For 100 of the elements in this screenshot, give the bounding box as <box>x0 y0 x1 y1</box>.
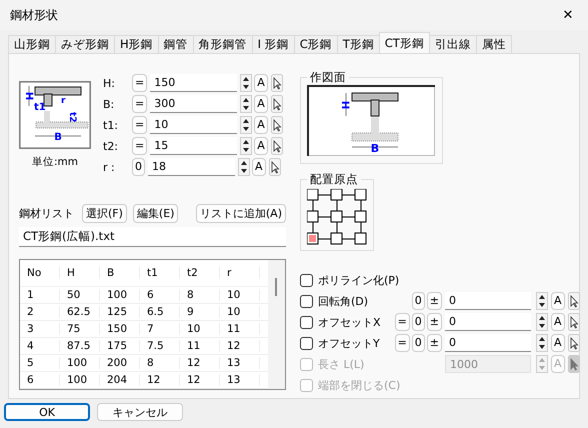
value-field[interactable]: 150 <box>150 74 238 92</box>
tab[interactable]: 角形鋼管 <box>192 35 253 53</box>
scrollbar-thumb[interactable] <box>275 278 277 296</box>
value-field[interactable]: 0 <box>445 313 531 331</box>
table-cell: 200 <box>100 357 140 369</box>
table-row[interactable]: 5 100 200 8 12 13 <box>20 355 268 372</box>
auto-button[interactable]: A <box>252 158 266 176</box>
dialog-button[interactable]: キャンセル <box>97 403 183 421</box>
origin-point[interactable] <box>354 232 366 244</box>
column-header[interactable]: B <box>100 267 140 279</box>
mode-button[interactable]: 0 <box>412 334 425 352</box>
mode-button[interactable]: 0 <box>412 313 425 331</box>
mode-button[interactable]: = <box>394 334 410 352</box>
column-header[interactable]: t1 <box>140 267 180 279</box>
value-field[interactable]: 0 <box>445 334 531 352</box>
mode-button[interactable]: ± <box>426 292 442 310</box>
checkbox[interactable] <box>300 274 313 286</box>
table-cell: 87.5 <box>60 340 100 352</box>
checkbox[interactable] <box>300 336 313 350</box>
tab[interactable]: 属性 <box>476 35 512 53</box>
group-title: 配置原点 <box>309 172 359 187</box>
mode-button[interactable]: = <box>132 116 148 134</box>
file-field[interactable]: CT形鋼(広幅).txt <box>19 227 286 247</box>
table-row[interactable]: 1 50 100 6 8 10 <box>20 287 268 304</box>
auto-button[interactable]: A <box>254 137 268 155</box>
pick-icon[interactable] <box>268 158 281 176</box>
pick-icon[interactable] <box>270 137 283 155</box>
pick-icon[interactable] <box>270 95 283 113</box>
table-cell: 75 <box>60 323 100 335</box>
checkbox[interactable] <box>300 316 313 328</box>
spin-button[interactable] <box>240 137 252 155</box>
table-row[interactable]: 3 75 150 7 10 11 <box>20 321 268 338</box>
column-header[interactable]: No <box>20 267 60 279</box>
auto-button[interactable]: A <box>254 74 268 92</box>
option-label: オフセットY <box>318 336 381 350</box>
pick-icon[interactable] <box>270 74 283 92</box>
mode-button[interactable]: 0 <box>412 292 425 310</box>
column-header[interactable]: r <box>220 267 260 279</box>
tab[interactable]: I 形鋼 <box>252 35 295 53</box>
table-row[interactable]: 4 87.5 175 7.5 11 12 <box>20 338 268 355</box>
unit-label: 単位:mm <box>32 155 78 169</box>
list-button[interactable]: 編集(E) <box>132 204 178 223</box>
table-cell: 100 <box>60 374 100 386</box>
auto-button[interactable]: A <box>254 95 268 113</box>
tab[interactable]: H形鋼 <box>114 35 159 53</box>
tab[interactable]: T形鋼 <box>336 35 380 53</box>
origin-point[interactable] <box>307 189 318 200</box>
tab[interactable]: CT形鋼 <box>378 32 430 53</box>
tab[interactable]: 山形鋼 <box>8 35 56 53</box>
dialog-button[interactable]: OK <box>4 403 90 421</box>
spin-button[interactable] <box>240 95 252 113</box>
table-row[interactable]: 2 62.5 125 6.5 9 10 <box>20 304 268 321</box>
spin-button[interactable] <box>238 158 250 176</box>
column-header[interactable]: H <box>60 267 100 279</box>
spin-button[interactable] <box>536 313 548 331</box>
pick-icon[interactable] <box>270 116 283 134</box>
auto-button[interactable]: A <box>551 313 565 331</box>
origin-point[interactable] <box>354 210 366 222</box>
checkbox[interactable] <box>300 294 313 308</box>
option-label: オフセットX <box>318 314 382 330</box>
mode-button[interactable]: = <box>132 95 148 113</box>
spin-button[interactable] <box>240 74 252 92</box>
scrollbar[interactable] <box>268 260 285 389</box>
table-cell: 10 <box>180 323 220 335</box>
origin-point[interactable] <box>354 189 366 200</box>
spin-button[interactable] <box>536 292 548 310</box>
auto-button[interactable]: A <box>254 116 268 134</box>
mode-button[interactable]: = <box>394 313 410 331</box>
tab[interactable]: C形鋼 <box>294 35 338 53</box>
value-field[interactable]: 300 <box>150 95 238 113</box>
close-button[interactable]: ✕ <box>548 0 588 30</box>
origin-point[interactable] <box>307 232 318 244</box>
value-field[interactable]: 15 <box>150 137 238 155</box>
column-header[interactable]: t2 <box>180 267 220 279</box>
tab[interactable]: みぞ形鋼 <box>55 35 115 53</box>
value-field[interactable]: 10 <box>150 116 238 134</box>
origin-point[interactable] <box>307 210 318 222</box>
pick-icon[interactable] <box>568 313 580 331</box>
list-button[interactable]: 選択(F) <box>82 204 127 223</box>
origin-point[interactable] <box>330 210 342 222</box>
mode-button[interactable]: ± <box>426 313 442 331</box>
pick-icon[interactable] <box>568 292 580 310</box>
mode-button[interactable]: 0 <box>132 158 145 176</box>
spin-button[interactable] <box>240 116 252 134</box>
value-field[interactable]: 0 <box>445 292 531 310</box>
mode-button[interactable]: = <box>132 137 148 155</box>
option-label: ポリライン化(P) <box>318 272 400 288</box>
mode-button[interactable]: = <box>132 74 148 92</box>
value-field[interactable]: 18 <box>148 158 235 176</box>
origin-point[interactable] <box>330 232 342 244</box>
auto-button[interactable]: A <box>551 334 565 352</box>
list-label: 鋼材リスト <box>19 206 74 221</box>
mode-button[interactable]: ± <box>426 334 442 352</box>
spin-button[interactable] <box>536 334 548 352</box>
origin-point[interactable] <box>330 189 342 200</box>
list-button[interactable]: リストに追加(A) <box>196 204 286 223</box>
table-row[interactable]: 6 100 204 12 12 13 <box>20 372 268 389</box>
table-cell: 13 <box>220 357 260 369</box>
auto-button[interactable]: A <box>551 292 565 310</box>
pick-icon[interactable] <box>568 334 580 352</box>
